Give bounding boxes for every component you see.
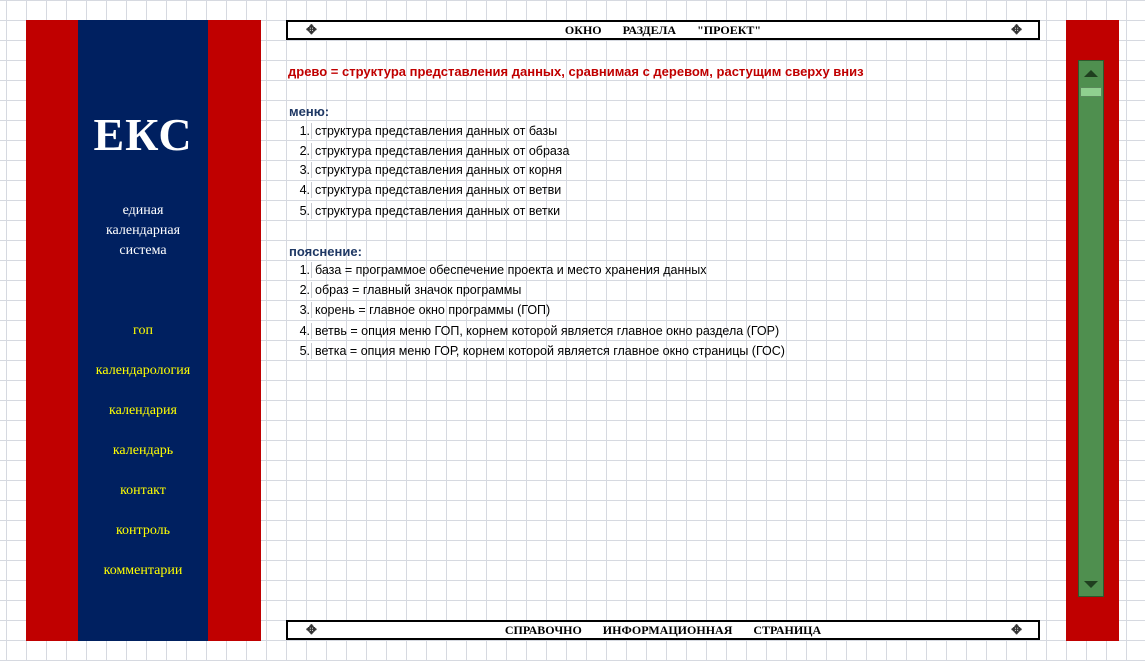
nav-link-gop[interactable]: гоп — [78, 323, 208, 339]
menu-item[interactable]: 2. структура представления данных от обр… — [286, 141, 576, 161]
cell-divider — [311, 182, 312, 198]
cell-divider — [311, 143, 312, 159]
menu-heading: меню: — [289, 104, 330, 119]
arrow-up-icon[interactable] — [1084, 70, 1098, 77]
cell-divider — [311, 262, 312, 278]
nav-link-contact[interactable]: контакт — [78, 483, 208, 499]
sidebar-panel: ЕКС единая календарная система гоп кален… — [78, 20, 208, 641]
explanation-item: 3. корень = главное окно программы (ГОП) — [286, 300, 806, 320]
compass-rose-icon: ✥ — [1011, 22, 1022, 37]
compass-rose-icon: ✥ — [306, 622, 317, 637]
explanation-item-text: образ = главный значок программы — [315, 283, 522, 297]
cell-divider — [311, 302, 312, 318]
menu-item-label: структура представления данных от базы — [315, 124, 558, 138]
cell-divider — [311, 162, 312, 178]
scrollbar-thumb[interactable] — [1080, 87, 1102, 97]
menu-item-label: структура представления данных от ветки — [315, 204, 561, 218]
subtitle-line-2: календарная — [105, 223, 181, 238]
explanation-item-text: база = программое обеспечение проекта и … — [315, 263, 707, 277]
explanation-item-number: 4. — [299, 324, 310, 338]
explanation-item: 1. база = программое обеспечение проекта… — [286, 260, 806, 280]
menu-item-number: 5. — [299, 204, 310, 218]
vertical-scrollbar[interactable] — [1078, 60, 1104, 597]
menu-item[interactable]: 1. структура представления данных от баз… — [286, 121, 576, 141]
subtitle-line-3: система — [119, 243, 167, 258]
explanation-item-text: корень = главное окно программы (ГОП) — [315, 303, 551, 317]
cell-divider — [311, 123, 312, 139]
logo: ЕКС — [93, 109, 193, 160]
menu-item-number: 2. — [299, 144, 310, 158]
menu-item-number: 3. — [299, 163, 310, 177]
footer-title: СПРАВОЧНО ИНФОРМАЦИОННАЯ СТРАНИЦА — [504, 623, 822, 637]
explanation-heading: пояснение: — [289, 244, 362, 259]
nav-link-control[interactable]: контроль — [78, 523, 208, 539]
page-title: ОКНО РАЗДЕЛА "ПРОЕКТ" — [564, 23, 762, 37]
menu-item-label: структура представления данных от ветви — [315, 183, 562, 197]
menu-item[interactable]: 3. структура представления данных от кор… — [286, 160, 576, 180]
explanation-item-text: ветка = опция меню ГОР, корнем которой я… — [315, 344, 785, 358]
cell-divider — [311, 203, 312, 219]
arrow-down-icon[interactable] — [1084, 581, 1098, 588]
footer-title-bar: ✥ СПРАВОЧНО ИНФОРМАЦИОННАЯ СТРАНИЦА ✥ — [286, 620, 1040, 640]
explanation-item: 2. образ = главный значок программы — [286, 280, 806, 300]
explanation-item-text: ветвь = опция меню ГОП, корнем которой я… — [315, 324, 780, 338]
explanation-item-number: 5. — [299, 344, 310, 358]
menu-item-label: структура представления данных от корня — [315, 163, 563, 177]
explanation-item: 4. ветвь = опция меню ГОП, корнем которо… — [286, 321, 806, 341]
nav-link-calendaria[interactable]: календария — [78, 403, 208, 419]
explanation-item-number: 2. — [299, 283, 310, 297]
menu-item-number: 1. — [299, 124, 310, 138]
menu-item-number: 4. — [299, 183, 310, 197]
menu-item-label: структура представления данных от образа — [315, 144, 570, 158]
explanation-item-number: 3. — [299, 303, 310, 317]
cell-divider — [311, 343, 312, 359]
nav-link-comments[interactable]: комментарии — [78, 563, 208, 579]
cell-divider — [311, 323, 312, 339]
definition-text: древо = структура представления данных, … — [288, 64, 864, 79]
subtitle-line-1: единая — [122, 203, 164, 218]
compass-rose-icon: ✥ — [306, 22, 317, 37]
explanation-item-number: 1. — [299, 263, 310, 277]
nav-link-calendarology[interactable]: календарология — [78, 363, 208, 379]
menu-item[interactable]: 4. структура представления данных от вет… — [286, 180, 576, 200]
explanation-item: 5. ветка = опция меню ГОР, корнем которо… — [286, 341, 806, 361]
nav-link-calendar[interactable]: календарь — [78, 443, 208, 459]
menu-item[interactable]: 5. структура представления данных от вет… — [286, 201, 576, 221]
compass-rose-icon: ✥ — [1011, 622, 1022, 637]
header-title-bar: ✥ ОКНО РАЗДЕЛА "ПРОЕКТ" ✥ — [286, 20, 1040, 40]
cell-divider — [311, 282, 312, 298]
